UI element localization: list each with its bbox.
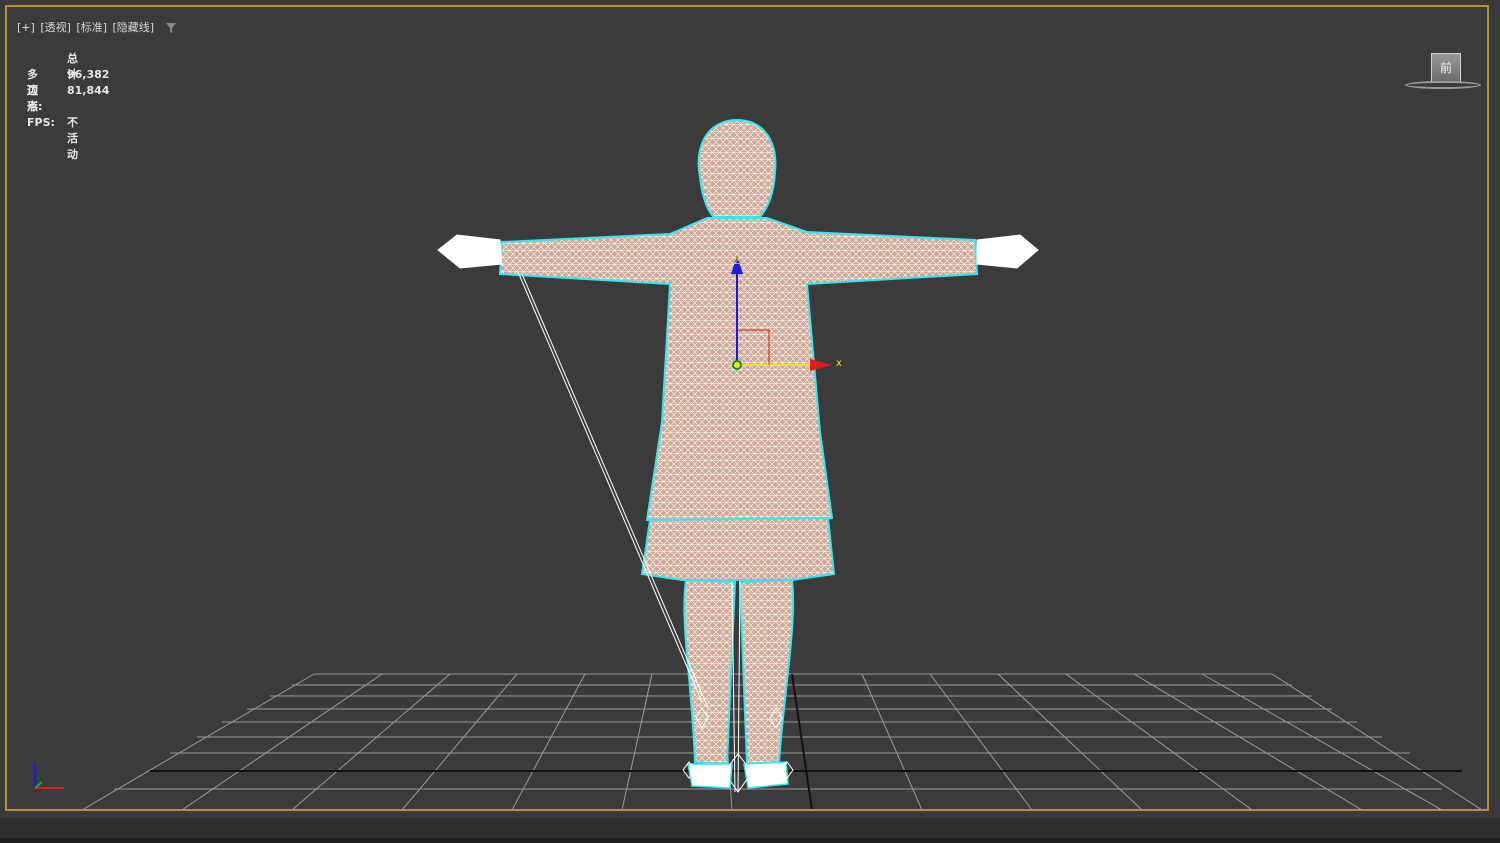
status-strip-divider: [0, 838, 1500, 843]
viewcube-icon[interactable]: 前: [1403, 51, 1485, 93]
axis-tripod-icon: [34, 762, 64, 789]
gizmo-z-label: z: [734, 256, 739, 267]
character-mesh: [498, 118, 979, 766]
viewcube-front-face[interactable]: 前: [1431, 53, 1461, 83]
status-strip: [0, 818, 1500, 843]
gizmo-x-label: x: [836, 358, 842, 369]
hand-left: [437, 234, 503, 269]
viewcube-compass-ring[interactable]: [1405, 81, 1481, 89]
hand-right: [976, 234, 1039, 269]
viewport[interactable]: [+] [透视] [标准] [隐藏线] 总计 多边形: 96,382 顶点: 8…: [5, 5, 1489, 811]
grid-axis-y: [791, 673, 813, 809]
scene-canvas[interactable]: x z: [7, 7, 1489, 811]
